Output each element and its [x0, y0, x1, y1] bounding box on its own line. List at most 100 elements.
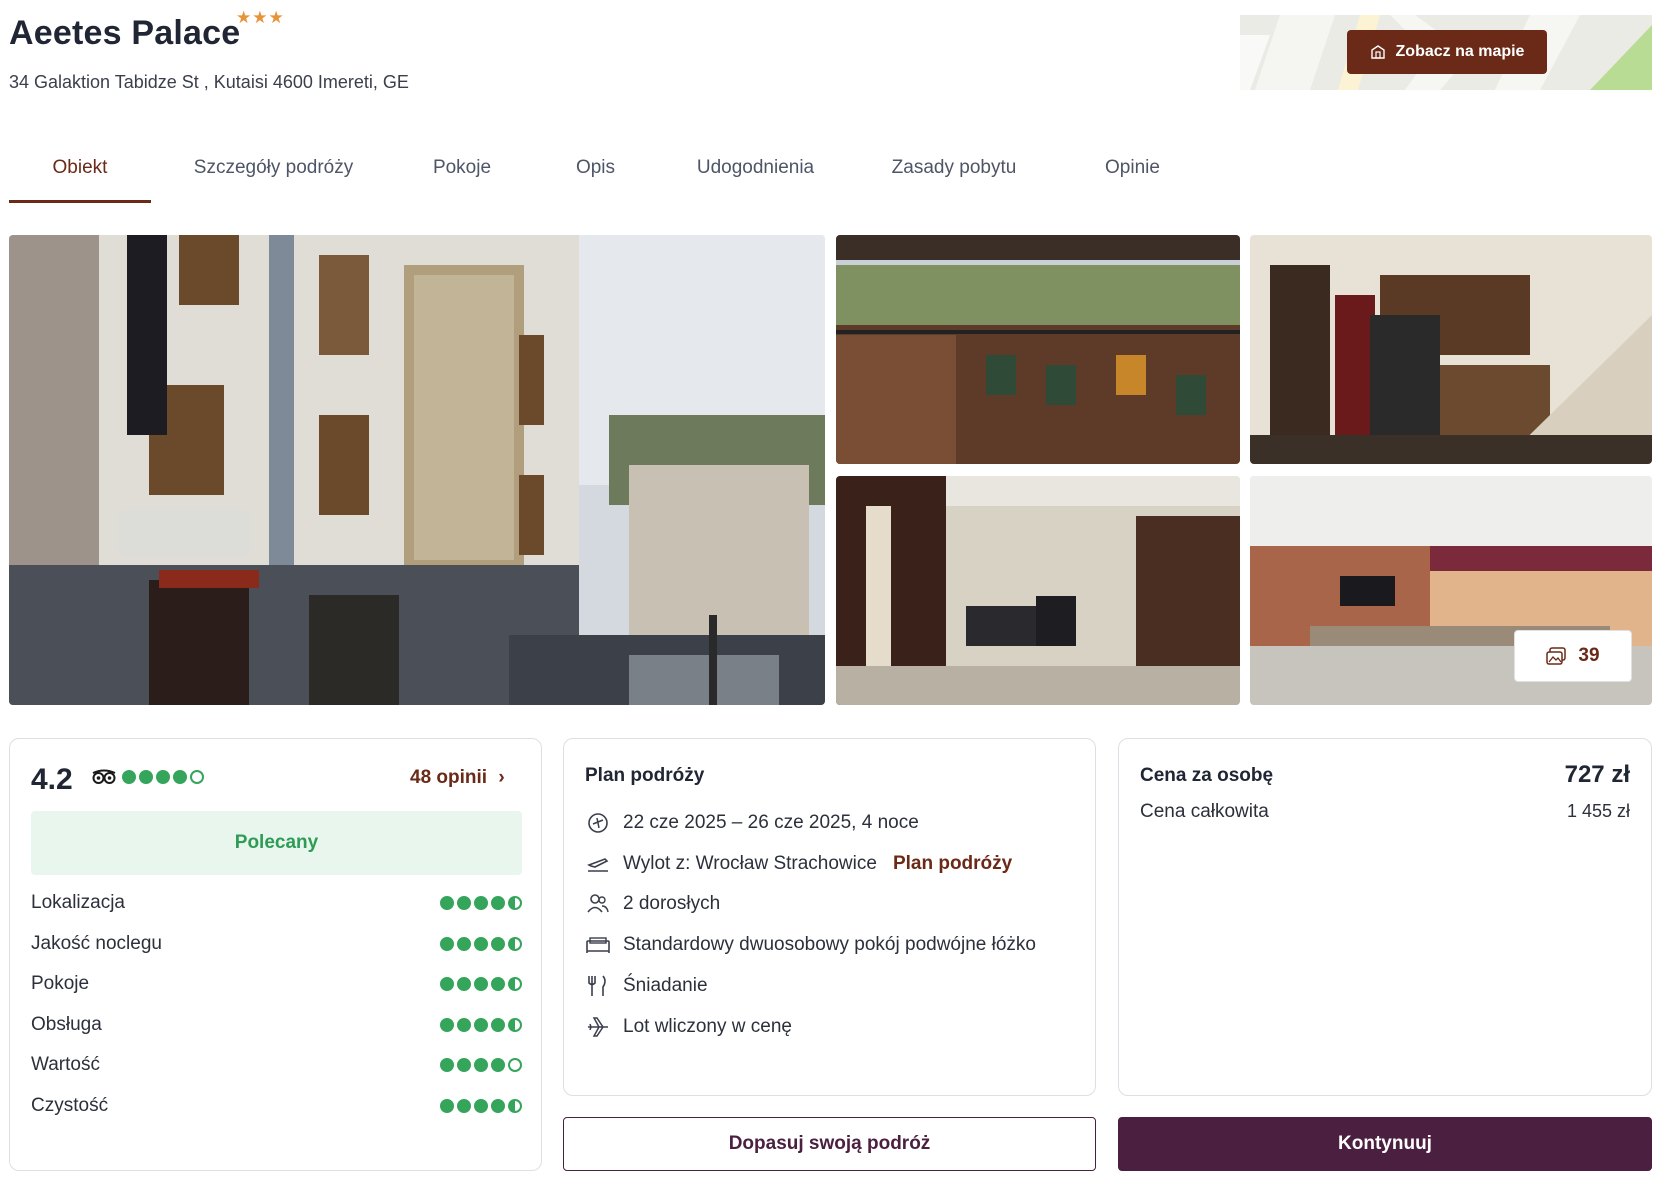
price-per-person-value: 727 zł	[1564, 761, 1630, 788]
bed-icon	[586, 937, 610, 953]
price-total-label: Cena całkowita	[1140, 801, 1269, 822]
trip-plan-card: Plan podróży 22 cze 2025 – 26 cze 2025, …	[563, 738, 1096, 1096]
rating-bubble	[508, 1017, 522, 1032]
hotel-stars: ★★★	[236, 8, 285, 27]
customize-trip-button[interactable]: Dopasuj swoją podróż	[563, 1117, 1096, 1171]
recommended-badge: Polecany	[31, 811, 522, 875]
plane-icon	[588, 1017, 608, 1037]
rating-bubble	[491, 1058, 505, 1072]
section-tabs: Obiekt Szczegóły podróży Pokoje Opis Udo…	[9, 145, 1205, 203]
rating-criterion-label: Obsługa	[31, 1013, 102, 1035]
price-per-person-label: Cena za osobę	[1140, 765, 1274, 786]
plan-guests: 2 dorosłych	[623, 893, 721, 914]
plan-dates-row: 22 cze 2025 – 26 cze 2025, 4 noce	[585, 809, 919, 837]
reviews-link[interactable]: 48 opinii ›	[410, 767, 505, 789]
rating-bubble	[457, 1017, 471, 1032]
tab-reviews[interactable]: Opinie	[1060, 145, 1205, 203]
rating-bubbles	[122, 770, 204, 784]
plan-flight-row: Lot wliczony w cenę	[585, 1013, 792, 1041]
rating-bubble	[190, 770, 204, 784]
rating-card: 4.2 48 opinii › Polecany Lokalizacja Jako…	[9, 738, 542, 1171]
rating-criterion: Jakość noclegu	[31, 929, 522, 959]
continue-button[interactable]: Kontynuuj	[1118, 1117, 1652, 1171]
rating-criterion: Wartość	[31, 1050, 522, 1080]
rating-bubble	[440, 1058, 454, 1072]
rating-bubble	[440, 1017, 454, 1032]
plan-departure-row: Wylot z: Wrocław Strachowice Plan podróż…	[585, 850, 1012, 878]
see-on-map-button[interactable]: Zobacz na mapie	[1347, 30, 1547, 74]
rating-criterion-bubbles	[440, 1017, 522, 1032]
rating-bubble	[440, 936, 454, 951]
calendar-plane-icon	[588, 813, 608, 833]
rating-bubble	[457, 1058, 471, 1072]
plan-room: Standardowy dwuosobowy pokój podwójne łó…	[623, 934, 1036, 955]
rating-bubble	[139, 770, 153, 784]
tab-house-rules[interactable]: Zasady pobytu	[848, 145, 1060, 203]
rating-bubble	[491, 1017, 505, 1032]
hotel-address: 34 Galaktion Tabidze St , Kutaisi 4600 I…	[9, 72, 409, 92]
rating-criterion-bubbles	[440, 936, 522, 951]
tab-rooms[interactable]: Pokoje	[396, 145, 528, 203]
rating-bubble	[474, 1098, 488, 1113]
rating-bubble	[474, 977, 488, 991]
price-total-value: 1 455 zł	[1566, 801, 1630, 821]
rating-bubble	[173, 770, 187, 784]
gallery-main-photo[interactable]	[9, 235, 825, 705]
rating-bubble	[122, 770, 136, 784]
gallery-photo-terrace[interactable]	[836, 235, 1240, 464]
rating-bubble	[491, 936, 505, 951]
plan-title: Plan podróży	[585, 765, 705, 786]
see-on-map-label: Zobacz na mapie	[1395, 43, 1525, 60]
plan-departure: Wylot z: Wrocław Strachowice	[623, 853, 877, 874]
rating-criterion-label: Czystość	[31, 1094, 109, 1116]
rating-criterion-bubbles	[440, 1098, 522, 1113]
photo-count: 39	[1578, 645, 1600, 666]
plan-departure-link[interactable]: Plan podróży	[893, 853, 1012, 875]
rating-bubble	[457, 1098, 471, 1113]
rating-criterion-label: Pokoje	[31, 973, 90, 994]
rating-criterion-bubbles	[440, 977, 522, 991]
plan-guests-row: 2 dorosłych	[585, 890, 720, 918]
takeoff-icon	[587, 858, 609, 872]
rating-criterion-label: Jakość noclegu	[31, 932, 162, 954]
rating-bubble	[508, 936, 522, 951]
tab-obiekt[interactable]: Obiekt	[9, 145, 151, 203]
rating-bubble	[508, 896, 522, 910]
rating-bubble	[508, 1058, 522, 1072]
rating-bubble	[474, 1017, 488, 1032]
tab-description[interactable]: Opis	[528, 145, 663, 203]
photo-count-button[interactable]: 39	[1514, 630, 1632, 682]
chevron-right-icon: ›	[498, 767, 505, 788]
rating-criterion: Czystość	[31, 1091, 522, 1121]
rating-bubble	[440, 1098, 454, 1113]
plan-room-row: Standardowy dwuosobowy pokój podwójne łó…	[585, 931, 1036, 959]
rating-bubble	[440, 896, 454, 910]
rating-bubble	[474, 936, 488, 951]
guests-icon	[587, 894, 609, 913]
rating-bubble	[508, 977, 522, 991]
rating-criterion: Pokoje	[31, 969, 522, 999]
tab-amenities[interactable]: Udogodnienia	[663, 145, 848, 203]
plan-board-row: Śniadanie	[585, 972, 708, 1000]
rating-criterion-bubbles	[440, 1058, 522, 1072]
rating-bubble	[457, 896, 471, 910]
tab-trip-details[interactable]: Szczegóły podróży	[151, 145, 396, 203]
price-card: Cena za osobę 727 zł Cena całkowita 1 45…	[1118, 738, 1652, 1096]
rating-score: 4.2	[31, 763, 73, 796]
rating-bubble	[474, 896, 488, 910]
rating-criterion: Obsługa	[31, 1010, 522, 1040]
photos-icon	[1546, 647, 1567, 665]
reviews-link-label: 48 opinii	[410, 767, 488, 788]
rating-bubble	[491, 977, 505, 991]
rating-bubble	[440, 977, 454, 991]
rating-bubble	[508, 1098, 522, 1113]
hotel-name: Aeetes Palace	[9, 14, 241, 52]
plan-board: Śniadanie	[623, 975, 708, 996]
plan-dates: 22 cze 2025 – 26 cze 2025, 4 noce	[623, 812, 919, 833]
rating-criterion: Lokalizacja	[31, 888, 522, 918]
gallery-photo-reception[interactable]	[1250, 235, 1652, 464]
rating-criterion-bubbles	[440, 896, 522, 910]
rating-bubble	[491, 896, 505, 910]
gallery-photo-lobby[interactable]	[836, 476, 1240, 705]
rating-bubble	[457, 977, 471, 991]
